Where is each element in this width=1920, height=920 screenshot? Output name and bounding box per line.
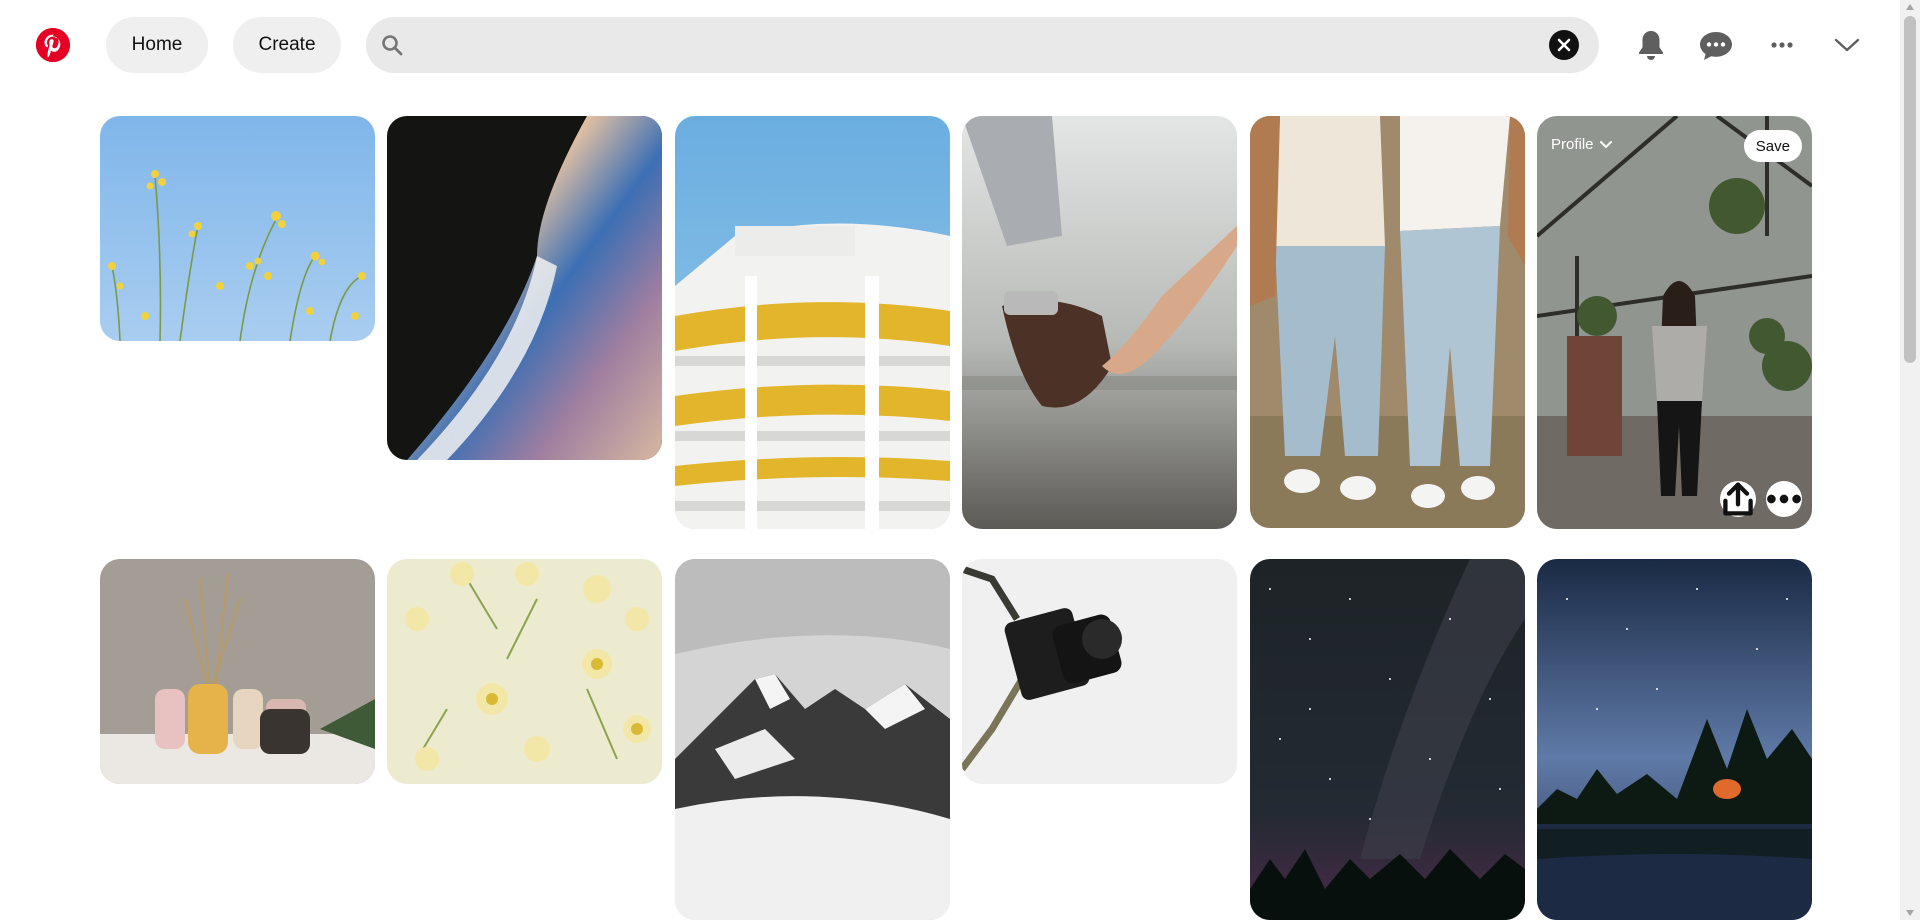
pin-image: [1537, 559, 1812, 920]
bell-icon: [1639, 31, 1663, 60]
notifications-button[interactable]: [1628, 22, 1674, 68]
board-select-label: Profile: [1551, 136, 1594, 153]
more-dots-icon: [1771, 42, 1793, 48]
pin-holding-hands-beach[interactable]: [962, 116, 1237, 529]
pin-image: [387, 116, 662, 460]
top-nav-bar: Home Create: [0, 0, 1900, 90]
pin-milky-way-aurora[interactable]: [1250, 559, 1525, 920]
search-icon: [380, 33, 404, 57]
create-button[interactable]: Create: [233, 17, 341, 73]
scroll-down-arrow-icon[interactable]: [1900, 906, 1920, 920]
pin-starry-lake-camp[interactable]: [1537, 559, 1812, 920]
pin-image: [962, 559, 1237, 784]
close-icon: [1557, 38, 1571, 52]
search-input[interactable]: [416, 25, 1530, 67]
pin-hover-overlay: [1537, 116, 1812, 529]
share-button[interactable]: [1720, 481, 1756, 517]
save-button[interactable]: Save: [1743, 130, 1802, 162]
chevron-down-icon: [1599, 140, 1612, 148]
pin-image: [387, 559, 662, 784]
pin-image: [675, 559, 950, 920]
more-dots-icon: [1767, 494, 1801, 504]
pin-abstract-iridescent[interactable]: [387, 116, 662, 460]
pin-greenhouse-woman[interactable]: Profile Save: [1537, 116, 1812, 529]
chevron-down-icon: [1834, 38, 1860, 52]
pin-image: [675, 116, 950, 529]
pin-couple-walking[interactable]: [1250, 116, 1525, 528]
account-menu-button[interactable]: [1824, 22, 1870, 68]
pin-yellow-flowers-sky[interactable]: [100, 116, 375, 341]
pin-image: [100, 116, 375, 341]
pin-image: [1250, 559, 1525, 920]
home-button[interactable]: Home: [106, 17, 208, 73]
clear-search-button[interactable]: [1549, 30, 1579, 60]
scroll-up-arrow-icon[interactable]: [1900, 0, 1920, 14]
messages-button[interactable]: [1693, 22, 1739, 68]
more-options-button[interactable]: [1759, 22, 1805, 68]
pin-image: [100, 559, 375, 784]
pin-white-building[interactable]: [675, 116, 950, 529]
pin-camera-strap[interactable]: [962, 559, 1237, 784]
pin-vases-dried-grass[interactable]: [100, 559, 375, 784]
page-scrollbar[interactable]: [1900, 0, 1920, 920]
pinterest-logo-icon[interactable]: [36, 28, 70, 62]
scrollbar-thumb[interactable]: [1904, 16, 1916, 363]
chat-bubble-icon: [1700, 32, 1732, 60]
search-bar[interactable]: [366, 17, 1599, 73]
pin-snowy-mountains[interactable]: [675, 559, 950, 920]
pin-image: [962, 116, 1237, 529]
pin-more-button[interactable]: [1766, 481, 1802, 517]
board-select-button[interactable]: Profile: [1551, 136, 1612, 153]
pin-yellow-flowers-water[interactable]: [387, 559, 662, 784]
pin-image: [1250, 116, 1525, 528]
share-icon: [1723, 482, 1753, 516]
